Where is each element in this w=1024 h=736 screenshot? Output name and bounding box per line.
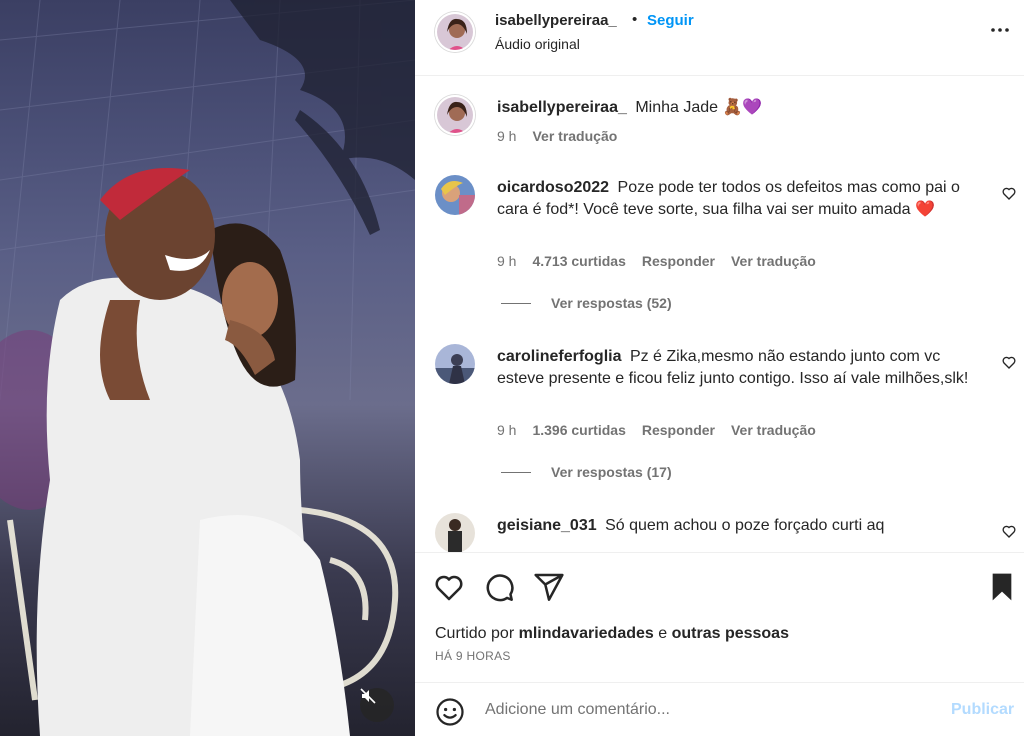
liked-others[interactable]: outras pessoas [672, 625, 789, 642]
heart-icon[interactable] [433, 571, 465, 603]
heart-icon[interactable] [1001, 354, 1017, 370]
caption-time: 9 h [497, 128, 517, 144]
comment-avatar[interactable] [435, 513, 475, 552]
comment-body: Só quem achou o poze forçado curti aq [605, 517, 885, 534]
comment-likes[interactable]: 1.396 curtidas [532, 422, 625, 438]
comment-username[interactable]: geisiane_031 [497, 517, 597, 534]
caption-username[interactable]: isabellypereiraa_ [497, 99, 627, 116]
translate-button[interactable]: Ver tradução [731, 253, 816, 269]
audio-link[interactable]: Áudio original [495, 36, 580, 52]
comment-meta: 9 h 1.396 curtidas Responder Ver traduçã… [497, 422, 816, 438]
comment-emoji: ❤️ [915, 201, 935, 218]
comment-text: geisiane_031 Só quem achou o poze forçad… [497, 515, 977, 537]
comment-time: 9 h [497, 422, 517, 438]
view-replies[interactable]: Ver respostas (52) [501, 295, 672, 311]
liked-and: e [658, 625, 668, 642]
heart-icon[interactable] [1001, 523, 1017, 539]
author-avatar[interactable] [435, 12, 475, 52]
caption-translate[interactable]: Ver tradução [532, 128, 617, 144]
comment-time: 9 h [497, 253, 517, 269]
view-replies-label[interactable]: Ver respostas (52) [551, 295, 672, 311]
post-timestamp[interactable]: HÁ 9 HORAS [435, 649, 511, 663]
share-icon[interactable] [533, 571, 565, 603]
post-sidebar: isabellypereiraa_ • Seguir Áudio origina… [415, 0, 1024, 736]
caption-avatar[interactable] [435, 95, 475, 135]
translate-button[interactable]: Ver tradução [731, 422, 816, 438]
liked-prefix: Curtido por [435, 625, 515, 642]
post-actions: Curtido por mlindavariedades e outras pe… [415, 552, 1024, 682]
comments-list: isabellypereiraa_ Minha Jade 🧸💜 9 h Ver … [415, 77, 1024, 552]
likes-summary: Curtido por mlindavariedades e outras pe… [435, 625, 789, 643]
comment-username[interactable]: oicardoso2022 [497, 179, 609, 196]
caption-body: Minha Jade [635, 99, 719, 116]
separator-dot: • [632, 11, 638, 28]
comment-text: carolineferfoglia Pz é Zika,mesmo não es… [497, 346, 977, 390]
caption-emoji: 🧸💜 [722, 99, 763, 116]
bookmark-icon[interactable] [986, 571, 1018, 603]
replies-divider [501, 302, 531, 304]
comment-likes[interactable]: 4.713 curtidas [532, 253, 625, 269]
comment-username[interactable]: carolineferfoglia [497, 348, 621, 365]
more-icon[interactable] [988, 18, 1012, 42]
view-replies[interactable]: Ver respostas (17) [501, 464, 672, 480]
caption-text: isabellypereiraa_ Minha Jade 🧸💜 [497, 97, 977, 119]
comment-avatar[interactable] [435, 344, 475, 384]
emoji-icon[interactable] [435, 697, 465, 727]
reply-button[interactable]: Responder [642, 422, 715, 438]
caption-meta: 9 h Ver tradução [497, 128, 617, 144]
comment-text: oicardoso2022 Poze pode ter todos os def… [497, 177, 977, 221]
reply-button[interactable]: Responder [642, 253, 715, 269]
add-comment-bar: Adicione um comentário... Publicar [415, 682, 1024, 736]
muted-speaker-icon [360, 688, 376, 704]
comment-avatar[interactable] [435, 175, 475, 215]
follow-button[interactable]: Seguir [647, 12, 694, 29]
post-photo [0, 0, 415, 736]
author-username[interactable]: isabellypereiraa_ [495, 12, 617, 29]
mute-button[interactable] [360, 688, 394, 722]
publish-button[interactable]: Publicar [951, 701, 1014, 719]
comment-meta: 9 h 4.713 curtidas Responder Ver traduçã… [497, 253, 816, 269]
post-media[interactable] [0, 0, 415, 736]
heart-icon[interactable] [1001, 185, 1017, 201]
post-header: isabellypereiraa_ • Seguir Áudio origina… [415, 0, 1024, 76]
comment-icon[interactable] [483, 571, 515, 603]
liked-user[interactable]: mlindavariedades [519, 625, 654, 642]
view-replies-label[interactable]: Ver respostas (17) [551, 464, 672, 480]
comment-input[interactable]: Adicione um comentário... [485, 701, 670, 719]
replies-divider [501, 471, 531, 473]
